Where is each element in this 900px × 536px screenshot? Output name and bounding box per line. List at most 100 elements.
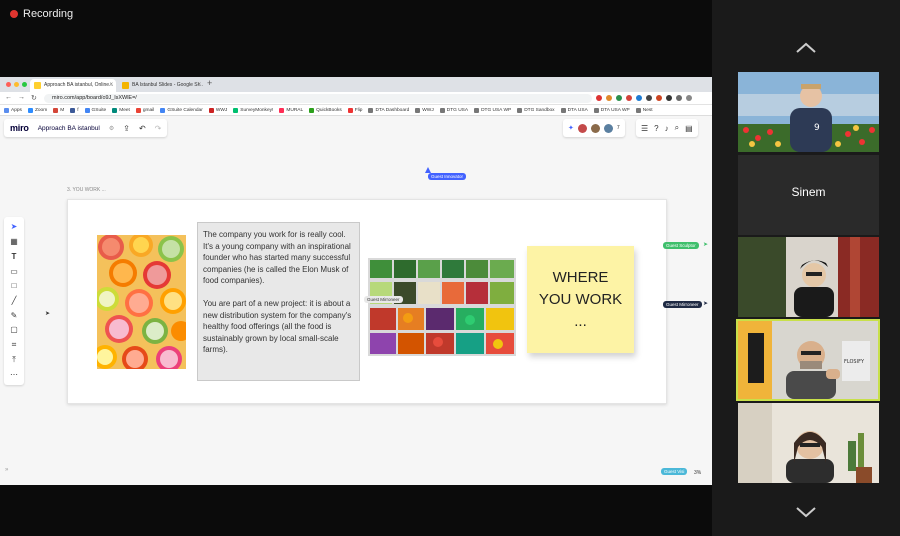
- redo-icon[interactable]: ↷: [155, 124, 162, 133]
- bookmark-item[interactable]: DTA Dashboard: [368, 107, 409, 113]
- gmail-bookmark-icon: [53, 107, 59, 113]
- address-bar[interactable]: miro.com/app/board/o9J_lsXWlE=/: [44, 94, 592, 103]
- comment-icon[interactable]: ▢: [10, 325, 18, 335]
- zoom-bookmark-icon: [27, 107, 33, 113]
- bookmark-icon: [208, 107, 214, 113]
- bookmark-item[interactable]: MURAL: [279, 107, 303, 113]
- bookmark-item[interactable]: Nest: [635, 107, 653, 113]
- extension-icon[interactable]: [656, 95, 662, 101]
- share-export-icon[interactable]: ⇪: [123, 124, 130, 133]
- select-cursor-icon[interactable]: ➤: [11, 222, 18, 232]
- board-settings-icon[interactable]: ⚙: [109, 125, 114, 132]
- line-tool-icon[interactable]: ╱: [12, 296, 17, 306]
- participant-video-tile[interactable]: 9: [738, 72, 879, 152]
- extension-icon[interactable]: [626, 95, 632, 101]
- bookmark-item[interactable]: DTG USA: [439, 107, 468, 113]
- bookmark-item[interactable]: DTA USA: [560, 107, 588, 113]
- bookmark-icon: [368, 107, 374, 113]
- collaborator-avatar[interactable]: [590, 123, 600, 133]
- participant-video-tile[interactable]: Sinem: [738, 155, 879, 235]
- chevron-up-icon[interactable]: [795, 42, 817, 54]
- bookmark-icon: [517, 107, 523, 113]
- svg-text:9: 9: [814, 123, 820, 133]
- participant-video-tile[interactable]: [738, 403, 879, 483]
- bookmark-icon: [439, 107, 445, 113]
- zoom-meeting-window: Recording Approach BA istanbul, Online..…: [0, 0, 900, 536]
- citrus-image: [97, 235, 186, 369]
- browser-menu-icon[interactable]: [686, 95, 692, 101]
- extension-icon[interactable]: [596, 95, 602, 101]
- bookmark-item[interactable]: QuickBooks: [309, 107, 342, 113]
- bookmark-item[interactable]: f: [70, 107, 79, 113]
- board-name[interactable]: Approach BA istanbul: [38, 125, 100, 132]
- shape-tool-icon[interactable]: □: [12, 281, 17, 291]
- notifications-icon[interactable]: ♪: [665, 124, 669, 133]
- board-menu-icon[interactable]: ▤: [685, 124, 693, 133]
- back-icon[interactable]: ←: [5, 94, 12, 102]
- text-tool-icon[interactable]: T: [12, 252, 17, 262]
- reload-icon[interactable]: ↻: [31, 94, 37, 102]
- chevron-down-icon[interactable]: [795, 506, 817, 518]
- bookmark-item[interactable]: Flip: [347, 107, 362, 113]
- bookmark-item[interactable]: DTG Sandbox: [517, 107, 555, 113]
- miro-logo[interactable]: miro: [10, 123, 29, 133]
- bookmark-item[interactable]: Meet: [112, 107, 130, 113]
- bookmark-item[interactable]: GSuite: [84, 107, 106, 113]
- undo-icon[interactable]: ↶: [139, 124, 146, 133]
- frame-tool-icon[interactable]: ⌗: [12, 340, 17, 350]
- zoom-level[interactable]: 3%: [694, 470, 701, 476]
- search-icon[interactable]: ⌕: [675, 123, 679, 133]
- extension-icon[interactable]: [616, 95, 622, 101]
- frame-template-icon[interactable]: ▦: [10, 237, 18, 247]
- settings-sliders-icon[interactable]: ☰: [641, 124, 648, 133]
- bookmark-item[interactable]: SurveyMonkey!: [233, 107, 273, 113]
- close-tab-icon[interactable]: ×: [109, 79, 113, 92]
- bookmark-item[interactable]: WWJ: [208, 107, 227, 113]
- bookmark-item[interactable]: GSuite Calendar: [160, 107, 203, 113]
- tab-google-slides[interactable]: BA Istanbul Slides - Google Sl... ×: [118, 79, 204, 92]
- close-window-icon[interactable]: [6, 82, 11, 87]
- video-feed-icon: [738, 403, 879, 483]
- cursor-pointer-icon: ➤: [703, 242, 709, 248]
- svg-text:FLOSIFY: FLOSIFY: [844, 359, 865, 365]
- citrus-slices-icon: [97, 235, 186, 369]
- collaborator-avatar[interactable]: [603, 123, 613, 133]
- collaborator-avatar[interactable]: [577, 123, 587, 133]
- sticky-note[interactable]: WHERE YOU WORK ...: [527, 246, 634, 353]
- bookmark-item[interactable]: DTA USA WP: [593, 107, 630, 113]
- participant-video-tile[interactable]: [738, 237, 879, 317]
- sticky-note-icon[interactable]: ▭: [10, 267, 18, 277]
- close-tab-icon[interactable]: ×: [197, 79, 201, 92]
- bookmark-item[interactable]: M: [53, 107, 64, 113]
- collaborator-count[interactable]: 7: [617, 125, 620, 131]
- extension-icon[interactable]: [636, 95, 642, 101]
- bookmark-item[interactable]: gmail: [135, 107, 154, 113]
- bookmark-item[interactable]: Apps: [4, 107, 22, 113]
- pen-tool-icon[interactable]: ✎: [11, 311, 18, 321]
- calendar-bookmark-icon: [160, 107, 166, 113]
- forward-icon[interactable]: →: [18, 94, 25, 102]
- bookmark-item[interactable]: Zoom: [27, 107, 47, 113]
- minimize-window-icon[interactable]: [14, 82, 19, 87]
- extension-icon[interactable]: [646, 95, 652, 101]
- help-icon[interactable]: ?: [654, 124, 658, 133]
- story-text-box[interactable]: The company you work for is really cool.…: [197, 222, 360, 381]
- miro-tool-palette: ➤ ▦ T ▭ □ ╱ ✎ ▢ ⌗ ⤒ ⋯: [4, 217, 24, 385]
- profile-avatar-icon[interactable]: [676, 95, 682, 101]
- upload-icon[interactable]: ⤒: [12, 355, 16, 365]
- active-speaker-video-tile[interactable]: FLOSIFY: [736, 319, 880, 401]
- recording-label: Recording: [23, 8, 74, 20]
- minimap-toggle-icon[interactable]: »: [5, 467, 8, 473]
- tab-miro-board[interactable]: Approach BA istanbul, Online... ×: [30, 79, 116, 92]
- more-tools-icon[interactable]: ⋯: [10, 370, 18, 380]
- bookmark-item[interactable]: WWJ: [415, 107, 434, 113]
- reactions-icon[interactable]: ✦: [568, 124, 574, 132]
- tab-label: BA Istanbul Slides - Google Sl...: [132, 82, 203, 88]
- maximize-window-icon[interactable]: [22, 82, 27, 87]
- extension-icon[interactable]: [666, 95, 672, 101]
- extension-icon[interactable]: [606, 95, 612, 101]
- surveymonkey-bookmark-icon: [233, 107, 239, 113]
- new-tab-icon[interactable]: +: [207, 78, 212, 88]
- bookmark-icon: [415, 107, 421, 113]
- bookmark-item[interactable]: DTG USA WP: [474, 107, 511, 113]
